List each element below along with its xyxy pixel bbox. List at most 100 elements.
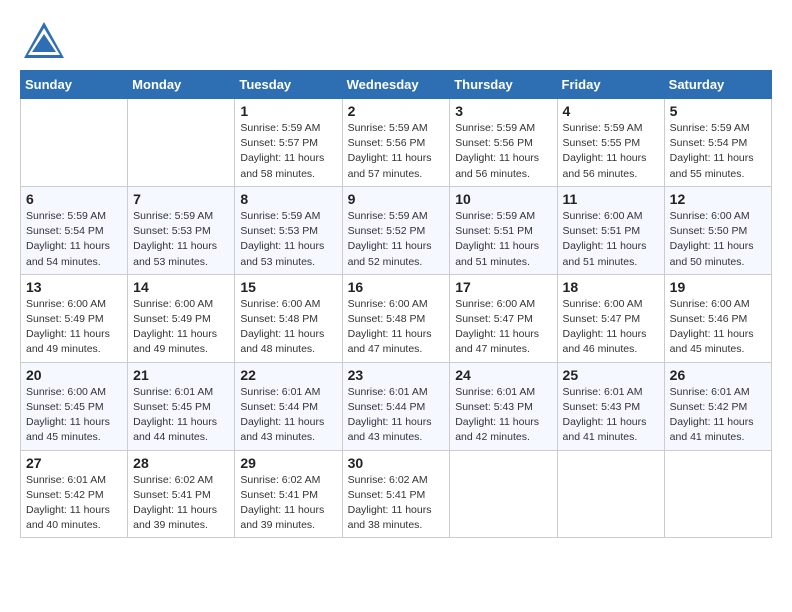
calendar-cell: 2 Sunrise: 5:59 AM Sunset: 5:56 PM Daylig… [342,99,450,187]
day-number: 30 [348,455,445,471]
calendar-cell: 28 Sunrise: 6:02 AM Sunset: 5:41 PM Dayli… [128,450,235,538]
day-info: Sunrise: 6:01 AM Sunset: 5:42 PM Dayligh… [670,385,766,446]
calendar-cell: 19 Sunrise: 6:00 AM Sunset: 5:46 PM Dayli… [664,274,771,362]
calendar-header-row: SundayMondayTuesdayWednesdayThursdayFrid… [21,71,772,99]
day-info: Sunrise: 6:00 AM Sunset: 5:46 PM Dayligh… [670,297,766,358]
day-number: 15 [240,279,336,295]
calendar-cell: 26 Sunrise: 6:01 AM Sunset: 5:42 PM Dayli… [664,362,771,450]
calendar-cell: 1 Sunrise: 5:59 AM Sunset: 5:57 PM Daylig… [235,99,342,187]
header-wednesday: Wednesday [342,71,450,99]
calendar-cell [450,450,557,538]
day-number: 24 [455,367,551,383]
day-info: Sunrise: 6:01 AM Sunset: 5:43 PM Dayligh… [455,385,551,446]
header-monday: Monday [128,71,235,99]
day-info: Sunrise: 5:59 AM Sunset: 5:51 PM Dayligh… [455,209,551,270]
day-number: 17 [455,279,551,295]
day-number: 27 [26,455,122,471]
header-tuesday: Tuesday [235,71,342,99]
day-number: 20 [26,367,122,383]
calendar-cell: 7Sunrise: 5:59 AM Sunset: 5:53 PM Daylig… [128,186,235,274]
day-info: Sunrise: 6:01 AM Sunset: 5:42 PM Dayligh… [26,473,122,534]
calendar-cell: 6Sunrise: 5:59 AM Sunset: 5:54 PM Daylig… [21,186,128,274]
header-sunday: Sunday [21,71,128,99]
calendar-cell: 15Sunrise: 6:00 AM Sunset: 5:48 PM Dayli… [235,274,342,362]
day-number: 26 [670,367,766,383]
day-number: 18 [563,279,659,295]
day-info: Sunrise: 5:59 AM Sunset: 5:56 PM Dayligh… [348,121,445,182]
calendar-cell: 11 Sunrise: 6:00 AM Sunset: 5:51 PM Dayli… [557,186,664,274]
calendar-cell: 18 Sunrise: 6:00 AM Sunset: 5:47 PM Dayli… [557,274,664,362]
day-number: 1 [240,103,336,119]
calendar-cell: 23 Sunrise: 6:01 AM Sunset: 5:44 PM Dayli… [342,362,450,450]
day-number: 14 [133,279,229,295]
day-info: Sunrise: 5:59 AM Sunset: 5:57 PM Dayligh… [240,121,336,182]
header-friday: Friday [557,71,664,99]
day-number: 2 [348,103,445,119]
logo [20,20,72,60]
day-number: 23 [348,367,445,383]
week-row-1: 1 Sunrise: 5:59 AM Sunset: 5:57 PM Daylig… [21,99,772,187]
calendar-body: 1 Sunrise: 5:59 AM Sunset: 5:57 PM Daylig… [21,99,772,538]
day-number: 5 [670,103,766,119]
week-row-3: 13 Sunrise: 6:00 AM Sunset: 5:49 PM Dayli… [21,274,772,362]
day-info: Sunrise: 5:59 AM Sunset: 5:53 PM Dayligh… [133,209,229,270]
day-info: Sunrise: 6:01 AM Sunset: 5:44 PM Dayligh… [348,385,445,446]
calendar-cell: 27 Sunrise: 6:01 AM Sunset: 5:42 PM Dayli… [21,450,128,538]
calendar-cell: 21 Sunrise: 6:01 AM Sunset: 5:45 PM Dayli… [128,362,235,450]
calendar-cell: 13Sunrise: 6:00 AM Sunset: 5:49 PM Dayli… [21,274,128,362]
calendar-table: SundayMondayTuesdayWednesdayThursdayFrid… [20,70,772,538]
day-number: 13 [26,279,122,295]
day-info: Sunrise: 6:02 AM Sunset: 5:41 PM Dayligh… [133,473,229,534]
calendar-cell: 30 Sunrise: 6:02 AM Sunset: 5:41 PM Dayli… [342,450,450,538]
day-number: 11 [563,191,659,207]
calendar-cell: 9 Sunrise: 5:59 AM Sunset: 5:52 PM Daylig… [342,186,450,274]
day-info: Sunrise: 6:00 AM Sunset: 5:47 PM Dayligh… [563,297,659,358]
calendar-cell: 14 Sunrise: 6:00 AM Sunset: 5:49 PM Dayli… [128,274,235,362]
day-info: Sunrise: 6:00 AM Sunset: 5:50 PM Dayligh… [670,209,766,270]
calendar-cell: 5 Sunrise: 5:59 AM Sunset: 5:54 PM Daylig… [664,99,771,187]
week-row-4: 20Sunrise: 6:00 AM Sunset: 5:45 PM Dayli… [21,362,772,450]
calendar-cell: 22Sunrise: 6:01 AM Sunset: 5:44 PM Dayli… [235,362,342,450]
day-info: Sunrise: 5:59 AM Sunset: 5:54 PM Dayligh… [26,209,122,270]
day-number: 8 [240,191,336,207]
day-info: Sunrise: 6:02 AM Sunset: 5:41 PM Dayligh… [348,473,445,534]
day-info: Sunrise: 6:02 AM Sunset: 5:41 PM Dayligh… [240,473,336,534]
logo-icon [20,20,68,60]
day-info: Sunrise: 6:00 AM Sunset: 5:48 PM Dayligh… [348,297,445,358]
day-number: 29 [240,455,336,471]
calendar-cell: 12 Sunrise: 6:00 AM Sunset: 5:50 PM Dayli… [664,186,771,274]
day-number: 4 [563,103,659,119]
header-saturday: Saturday [664,71,771,99]
calendar-cell: 20Sunrise: 6:00 AM Sunset: 5:45 PM Dayli… [21,362,128,450]
calendar-cell: 16 Sunrise: 6:00 AM Sunset: 5:48 PM Dayli… [342,274,450,362]
day-number: 9 [348,191,445,207]
day-info: Sunrise: 6:01 AM Sunset: 5:45 PM Dayligh… [133,385,229,446]
calendar-cell: 8Sunrise: 5:59 AM Sunset: 5:53 PM Daylig… [235,186,342,274]
calendar-cell: 4 Sunrise: 5:59 AM Sunset: 5:55 PM Daylig… [557,99,664,187]
calendar-cell: 17Sunrise: 6:00 AM Sunset: 5:47 PM Dayli… [450,274,557,362]
calendar-cell [664,450,771,538]
day-number: 19 [670,279,766,295]
calendar-cell [557,450,664,538]
week-row-2: 6Sunrise: 5:59 AM Sunset: 5:54 PM Daylig… [21,186,772,274]
day-number: 16 [348,279,445,295]
calendar-cell [21,99,128,187]
day-info: Sunrise: 5:59 AM Sunset: 5:55 PM Dayligh… [563,121,659,182]
day-info: Sunrise: 5:59 AM Sunset: 5:54 PM Dayligh… [670,121,766,182]
calendar-cell: 29 Sunrise: 6:02 AM Sunset: 5:41 PM Dayli… [235,450,342,538]
day-number: 21 [133,367,229,383]
day-number: 28 [133,455,229,471]
day-number: 3 [455,103,551,119]
header-thursday: Thursday [450,71,557,99]
day-info: Sunrise: 5:59 AM Sunset: 5:56 PM Dayligh… [455,121,551,182]
day-info: Sunrise: 6:00 AM Sunset: 5:49 PM Dayligh… [133,297,229,358]
day-info: Sunrise: 6:01 AM Sunset: 5:44 PM Dayligh… [240,385,336,446]
calendar-cell: 10 Sunrise: 5:59 AM Sunset: 5:51 PM Dayli… [450,186,557,274]
day-number: 12 [670,191,766,207]
day-info: Sunrise: 6:00 AM Sunset: 5:51 PM Dayligh… [563,209,659,270]
day-number: 25 [563,367,659,383]
day-info: Sunrise: 5:59 AM Sunset: 5:52 PM Dayligh… [348,209,445,270]
day-number: 10 [455,191,551,207]
week-row-5: 27 Sunrise: 6:01 AM Sunset: 5:42 PM Dayli… [21,450,772,538]
calendar-cell: 3 Sunrise: 5:59 AM Sunset: 5:56 PM Daylig… [450,99,557,187]
